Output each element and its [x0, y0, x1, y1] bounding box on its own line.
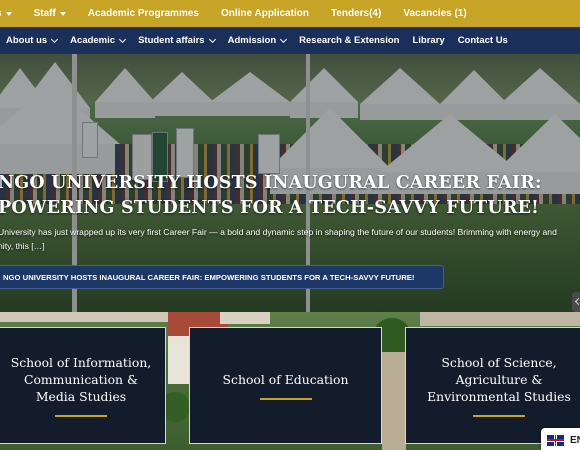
nav-item-research-extension[interactable]: Research & Extension: [299, 35, 399, 46]
hero-headline: NGO UNIVERSITY HOSTS INAUGURAL CAREER FA…: [0, 171, 580, 221]
school-card-education[interactable]: School of Education: [189, 327, 382, 444]
topbar-item-s[interactable]: s: [0, 8, 12, 19]
nav-item-contact-us[interactable]: Contact Us: [458, 35, 508, 46]
hero-excerpt-line: nity, this […]: [0, 241, 45, 251]
card-accent-divider: [55, 415, 107, 417]
topbar-item-label: Staff: [33, 8, 56, 19]
hero-headline-line: NGO UNIVERSITY HOSTS INAUGURAL CAREER FA…: [0, 173, 542, 193]
school-card-title: School of Science, Agriculture & Environ…: [427, 355, 571, 405]
nav-item-about-us[interactable]: About us: [6, 35, 59, 46]
school-card-science-agriculture[interactable]: School of Science, Agriculture & Environ…: [405, 327, 580, 444]
language-code: EN: [570, 434, 580, 446]
school-card-title: School of Information, Communication & M…: [10, 355, 152, 405]
nav-item-library[interactable]: Library: [412, 35, 444, 46]
chevron-down-icon: [119, 35, 127, 43]
chevron-down-icon: [280, 35, 288, 43]
nav-item-student-affairs[interactable]: Student affairs: [138, 35, 216, 46]
topbar-item-staff[interactable]: Staff: [34, 8, 66, 19]
topbar-item-vacancies[interactable]: Vacancies (1): [403, 8, 466, 19]
nav-item-label: Admission: [227, 35, 277, 46]
hero-excerpt-line: University has just wrapped up its very …: [0, 227, 557, 237]
caret-down-icon: [5, 11, 12, 16]
nav-item-academic[interactable]: Academic: [70, 35, 127, 46]
nav-item-admission[interactable]: Admission: [227, 35, 288, 46]
nav-item-label: Academic: [70, 35, 116, 46]
nav-item-label: About us: [6, 35, 48, 46]
nav-item-label: Student affairs: [138, 35, 205, 46]
school-card-information-communication[interactable]: School of Information, Communication & M…: [0, 327, 166, 444]
main-navigation: About us Academic Student affairs Admiss…: [0, 27, 580, 54]
topbar-item-tenders[interactable]: Tenders(4): [331, 8, 381, 19]
school-card-title: School of Education: [222, 372, 349, 388]
hero-read-more-button[interactable]: NGO UNIVERSITY HOSTS INAUGURAL CAREER FA…: [0, 265, 444, 289]
chevron-down-icon: [51, 35, 59, 43]
hero-slider: NGO UNIVERSITY HOSTS INAUGURAL CAREER FA…: [0, 54, 580, 312]
hero-excerpt: University has just wrapped up its very …: [0, 225, 558, 253]
topbar-item-online-application[interactable]: Online Application: [221, 8, 309, 19]
top-utility-bar: s Staff Academic Programmes Online Appli…: [0, 0, 580, 27]
topbar-item-academic-programmes[interactable]: Academic Programmes: [88, 8, 199, 19]
card-accent-divider: [473, 415, 525, 417]
uk-flag-icon: [547, 434, 564, 446]
language-switcher[interactable]: EN: [541, 428, 580, 450]
caret-down-icon: [59, 11, 66, 16]
card-accent-divider: [259, 398, 312, 400]
topbar-item-label: s: [0, 8, 2, 19]
chevron-down-icon: [208, 35, 216, 43]
slider-next-arrow-icon[interactable]: [572, 292, 580, 312]
hero-headline-line: POWERING STUDENTS FOR A TECH-SAVVY FUTUR…: [0, 198, 540, 218]
